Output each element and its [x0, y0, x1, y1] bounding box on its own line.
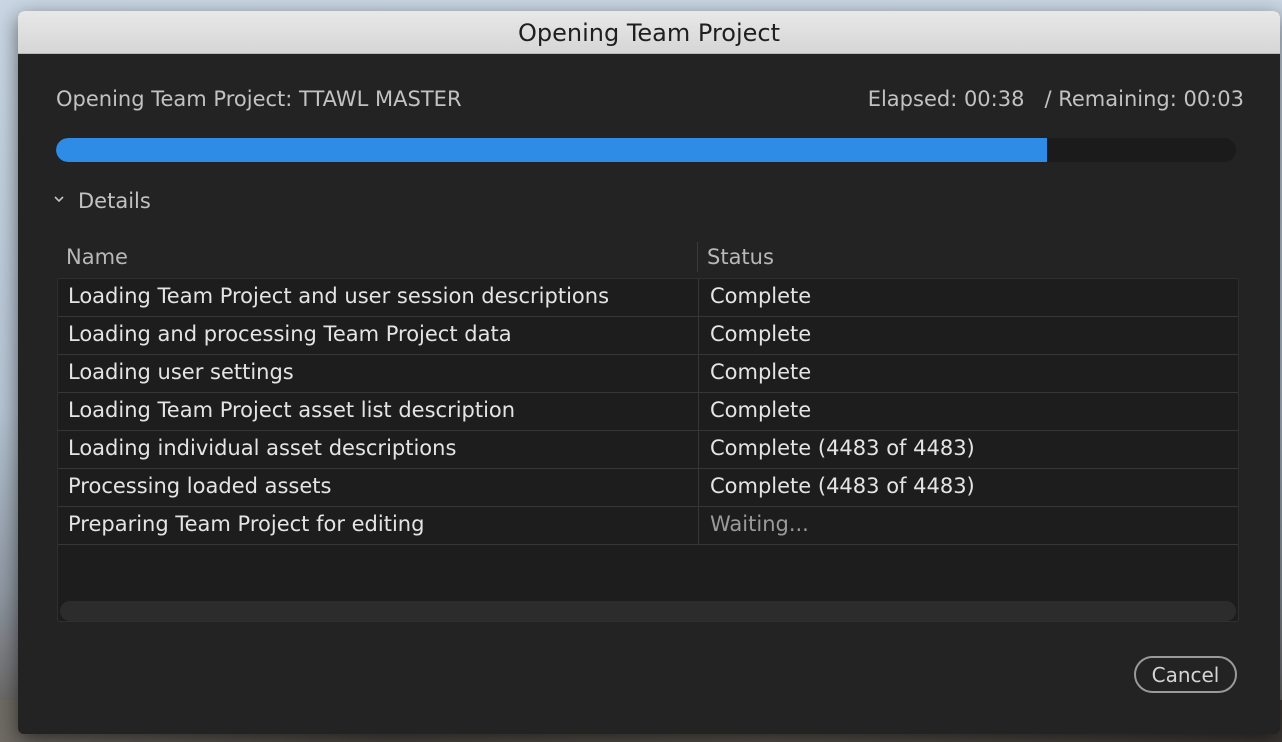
chevron-down-icon	[54, 196, 64, 203]
table-body: Loading Team Project and user session de…	[58, 279, 1238, 545]
table-row[interactable]: Loading individual asset descriptions Com…	[58, 431, 1238, 469]
cancel-button[interactable]: Cancel	[1134, 656, 1237, 693]
row-name: Loading individual asset descriptions	[68, 436, 457, 460]
row-status: Complete	[710, 322, 812, 346]
row-divider	[698, 507, 699, 544]
progress-bar-fill	[56, 138, 1048, 162]
row-divider	[698, 279, 699, 316]
row-divider	[698, 431, 699, 468]
row-status: Complete	[710, 398, 812, 422]
remaining-time: / Remaining: 00:03	[1044, 87, 1244, 111]
table-row[interactable]: Loading Team Project and user session de…	[58, 279, 1238, 317]
row-name: Preparing Team Project for editing	[68, 512, 425, 536]
details-label: Details	[78, 189, 151, 213]
row-divider	[698, 393, 699, 430]
row-name: Processing loaded assets	[68, 474, 332, 498]
table-row[interactable]: Loading Team Project asset list descript…	[58, 393, 1238, 431]
row-status: Complete	[710, 284, 812, 308]
elapsed-time: Elapsed: 00:38	[867, 87, 1025, 111]
details-toggle[interactable]: Details	[54, 186, 151, 216]
column-divider[interactable]	[697, 242, 698, 272]
column-header-name[interactable]: Name	[66, 243, 128, 271]
row-status: Complete (4483 of 4483)	[710, 436, 975, 460]
opening-team-project-dialog: Opening Team Project Opening Team Projec…	[18, 11, 1280, 734]
row-status: Complete (4483 of 4483)	[710, 474, 975, 498]
row-name: Loading Team Project and user session de…	[68, 284, 610, 308]
row-divider	[698, 355, 699, 392]
row-divider	[698, 469, 699, 506]
column-header-status[interactable]: Status	[707, 243, 774, 271]
row-divider	[698, 317, 699, 354]
project-label: Opening Team Project: TTAWL MASTER	[56, 87, 462, 111]
table-row[interactable]: Loading user settings Complete	[58, 355, 1238, 393]
row-name: Loading user settings	[68, 360, 294, 384]
table-row[interactable]: Loading and processing Team Project data…	[58, 317, 1238, 355]
table-row[interactable]: Processing loaded assets Complete (4483 o…	[58, 469, 1238, 507]
table-row[interactable]: Preparing Team Project for editing Waitin…	[58, 507, 1238, 545]
window-title: Opening Team Project	[18, 11, 1280, 54]
row-name: Loading and processing Team Project data	[68, 322, 512, 346]
row-status: Complete	[710, 360, 812, 384]
status-header: Opening Team Project: TTAWL MASTER Elaps…	[56, 87, 1244, 117]
row-status: Waiting...	[710, 512, 809, 536]
timing-info: Elapsed: 00:38 / Remaining: 00:03	[868, 87, 1244, 111]
details-table: Loading Team Project and user session de…	[57, 278, 1239, 622]
row-name: Loading Team Project asset list descript…	[68, 398, 516, 422]
horizontal-scrollbar[interactable]	[60, 601, 1236, 621]
progress-bar	[56, 138, 1236, 162]
